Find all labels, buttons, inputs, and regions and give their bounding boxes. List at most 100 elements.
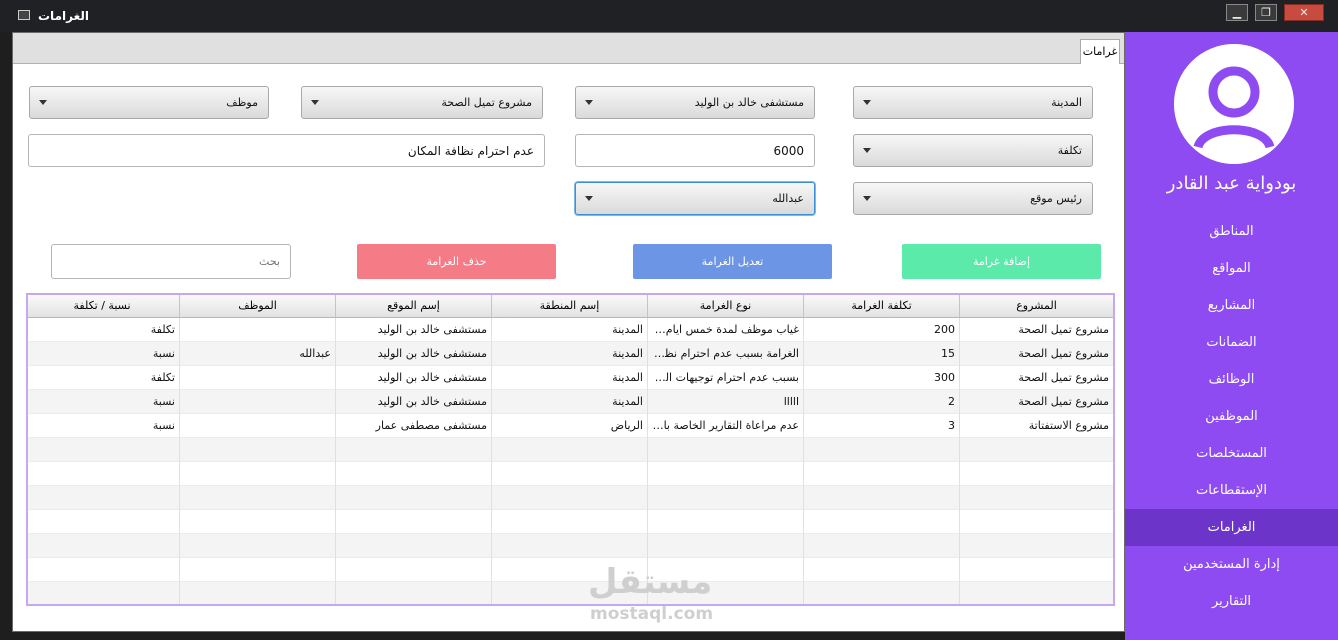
table-row[interactable] (28, 558, 1113, 582)
table-cell (803, 438, 959, 462)
table-cell (335, 510, 491, 534)
sidebar-item[interactable]: المشاريع (1125, 287, 1338, 324)
column-header[interactable]: نسبة / تكلفة (28, 295, 179, 317)
user-avatar-icon (1174, 44, 1294, 164)
table-cell: تكلفة (28, 366, 179, 390)
site-combo[interactable]: مستشفى خالد بن الوليد (575, 86, 815, 119)
project-value: مشروع تميل الصحة (441, 96, 532, 109)
table-cell (28, 438, 179, 462)
sidebar-item[interactable]: المناطق (1125, 213, 1338, 250)
site-manager-combo[interactable]: رئيس موقع (853, 182, 1093, 215)
region-combo[interactable]: المدينة (853, 86, 1093, 119)
user-name: بودواية عبد القادر (1166, 173, 1297, 194)
table-cell: عدم مراعاة التقارير الخاصة بالعمل (647, 414, 803, 438)
table-row[interactable]: مشروع تميل الصحة 300 بسبب عدم احترام توجيه… (28, 366, 1113, 390)
table-row[interactable]: مشروع تميل الصحة 2 lllll المدينة مستشفى خالد… (28, 390, 1113, 414)
column-header[interactable]: تكلفة الغرامة (803, 295, 959, 317)
table-row[interactable] (28, 534, 1113, 558)
table-row[interactable] (28, 582, 1113, 604)
table-cell (179, 366, 335, 390)
table-cell: مشروع تميل الصحة (959, 342, 1113, 366)
table-cell (803, 534, 959, 558)
table-cell (335, 486, 491, 510)
sidebar-item[interactable]: الوظائف (1125, 361, 1338, 398)
watermark-arabic: مستقل (588, 562, 713, 602)
sidebar-item[interactable]: الضمانات (1125, 324, 1338, 361)
table-cell (179, 414, 335, 438)
table-row[interactable] (28, 438, 1113, 462)
table-row[interactable] (28, 462, 1113, 486)
description-field[interactable]: عدم احترام نظافة المكان (28, 134, 545, 167)
amount-field[interactable]: 6000 (575, 134, 815, 167)
chevron-down-icon (863, 100, 871, 105)
table-row[interactable]: مشروع تميل الصحة 200 غياب موظف لمدة خمس اي… (28, 318, 1113, 342)
search-input[interactable] (52, 245, 290, 278)
manager-name-combo[interactable]: عبدالله (575, 182, 815, 215)
table-cell: عبدالله (179, 342, 335, 366)
search-field[interactable] (51, 244, 291, 279)
maximize-button[interactable]: ❐ (1255, 4, 1277, 21)
delete-fine-button[interactable]: حذف الغرامة (357, 244, 556, 279)
table-cell: مشروع تميل الصحة (959, 318, 1113, 342)
column-header[interactable]: الموظف (179, 295, 335, 317)
sidebar-item[interactable]: إدارة المستخدمين (1125, 546, 1338, 583)
table-cell (179, 390, 335, 414)
sidebar-item[interactable]: الإستقطاعات (1125, 472, 1338, 509)
table-cell (959, 558, 1113, 582)
table-cell: الرياض (491, 414, 647, 438)
table-cell (28, 510, 179, 534)
tab-fines[interactable]: غرامات (1080, 39, 1120, 64)
column-header[interactable]: المشروع (959, 295, 1113, 317)
table-cell: بسبب عدم احترام توجيهات المدير (647, 366, 803, 390)
table-cell (803, 510, 959, 534)
table-cell: نسبة (28, 342, 179, 366)
close-button[interactable]: ✕ (1284, 4, 1324, 21)
table-cell (491, 510, 647, 534)
sidebar-item[interactable]: الغرامات (1125, 509, 1338, 546)
table-cell (959, 510, 1113, 534)
table-cell: مشروع تميل الصحة (959, 366, 1113, 390)
table-row[interactable] (28, 510, 1113, 534)
sidebar-item[interactable]: المواقع (1125, 250, 1338, 287)
add-fine-button[interactable]: إضافة غرامة (902, 244, 1101, 279)
table-cell: نسبة (28, 390, 179, 414)
table-cell (28, 534, 179, 558)
project-combo[interactable]: مشروع تميل الصحة (301, 86, 543, 119)
column-header[interactable]: نوع الغرامة (647, 295, 803, 317)
table-cell (335, 462, 491, 486)
table-cell (491, 438, 647, 462)
table-cell: الغرامة بسبب عدم احترام نظافة تيا... (647, 342, 803, 366)
table-cell: المدينة (491, 390, 647, 414)
site-manager-value: رئيس موقع (1030, 192, 1082, 205)
table-cell: نسبة (28, 414, 179, 438)
table-cell: مستشفى مصطفى عمار (335, 414, 491, 438)
table-cell (335, 438, 491, 462)
minimize-button[interactable]: ▁ (1226, 4, 1248, 21)
fine-type-value: تكلفة (1057, 144, 1082, 157)
table-row[interactable]: مشروع تميل الصحة 15 الغرامة بسبب عدم احترا… (28, 342, 1113, 366)
table-cell (647, 462, 803, 486)
table-cell: 3 (803, 414, 959, 438)
table-header: المشروع تكلفة الغرامة نوع الغرامة إسم المنط… (28, 295, 1113, 318)
column-header[interactable]: إسم الموقع (335, 295, 491, 317)
fine-type-combo[interactable]: تكلفة (853, 134, 1093, 167)
table-cell (959, 534, 1113, 558)
employee-combo[interactable]: موظف (29, 86, 269, 119)
sidebar-item[interactable]: المستخلصات (1125, 435, 1338, 472)
table-cell (803, 486, 959, 510)
fines-table[interactable]: المشروع تكلفة الغرامة نوع الغرامة إسم المنط… (26, 293, 1115, 606)
table-cell: مشروع الاستفتاتة (959, 414, 1113, 438)
table-cell (28, 558, 179, 582)
table-cell: 300 (803, 366, 959, 390)
column-header[interactable]: إسم المنطقة (491, 295, 647, 317)
table-row[interactable] (28, 486, 1113, 510)
table-cell (803, 462, 959, 486)
table-cell (491, 462, 647, 486)
amount-value: 6000 (773, 144, 804, 158)
sidebar-item[interactable]: الموظفين (1125, 398, 1338, 435)
sidebar-item[interactable]: التقارير (1125, 583, 1338, 620)
region-value: المدينة (1051, 96, 1082, 109)
edit-fine-button[interactable]: تعديل الغرامة (633, 244, 832, 279)
table-cell (491, 534, 647, 558)
table-row[interactable]: مشروع الاستفتاتة 3 عدم مراعاة التقارير الخ… (28, 414, 1113, 438)
